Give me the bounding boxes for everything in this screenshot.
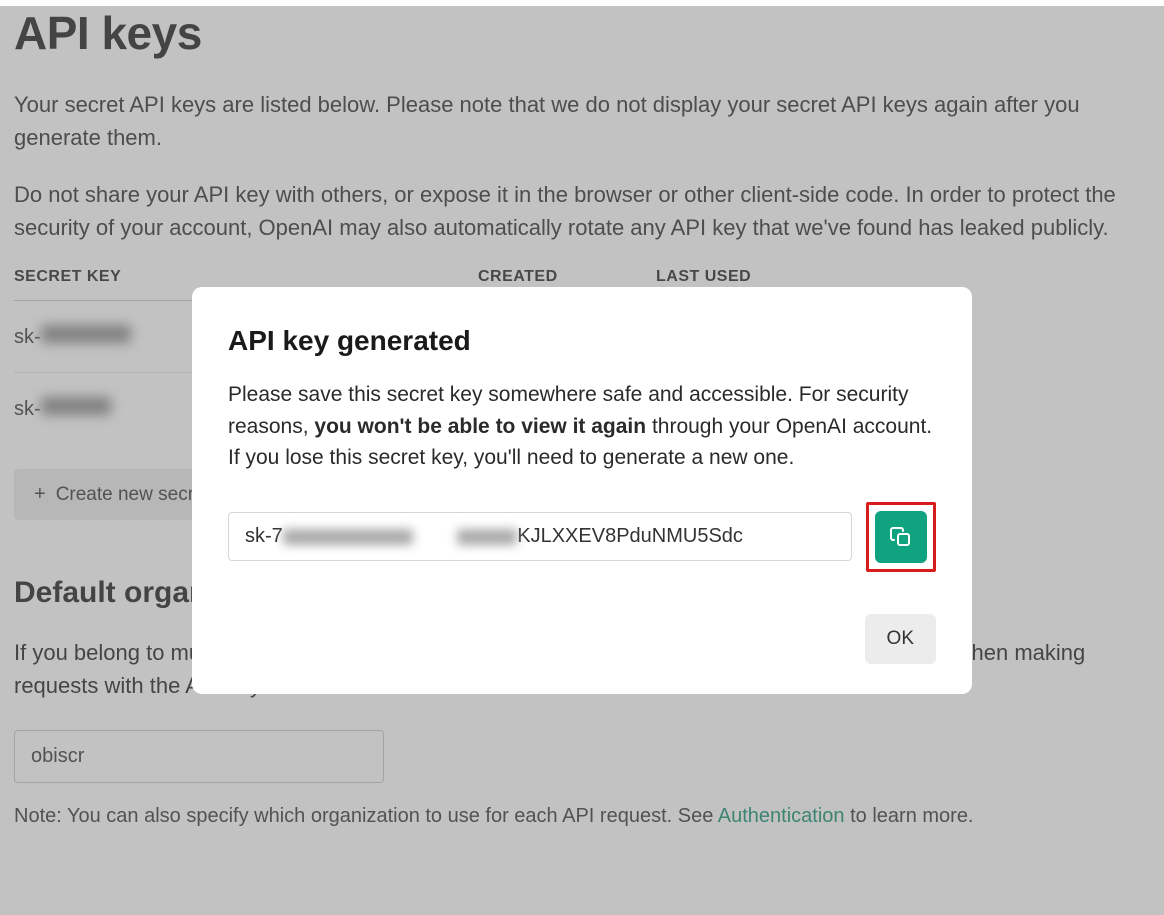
modal-overlay: API key generated Please save this secre… (0, 6, 1164, 915)
copy-key-button[interactable] (875, 511, 927, 563)
generated-key-field[interactable]: sk-7 KJLXXEV8PduNMU5Sdc (228, 512, 852, 561)
modal-description: Please save this secret key somewhere sa… (228, 379, 936, 474)
ok-button[interactable]: OK (865, 614, 936, 664)
api-key-generated-modal: API key generated Please save this secre… (192, 287, 972, 694)
modal-title: API key generated (228, 325, 936, 357)
copy-highlight (866, 502, 936, 572)
copy-icon (889, 525, 913, 549)
generated-key-row: sk-7 KJLXXEV8PduNMU5Sdc (228, 502, 936, 572)
